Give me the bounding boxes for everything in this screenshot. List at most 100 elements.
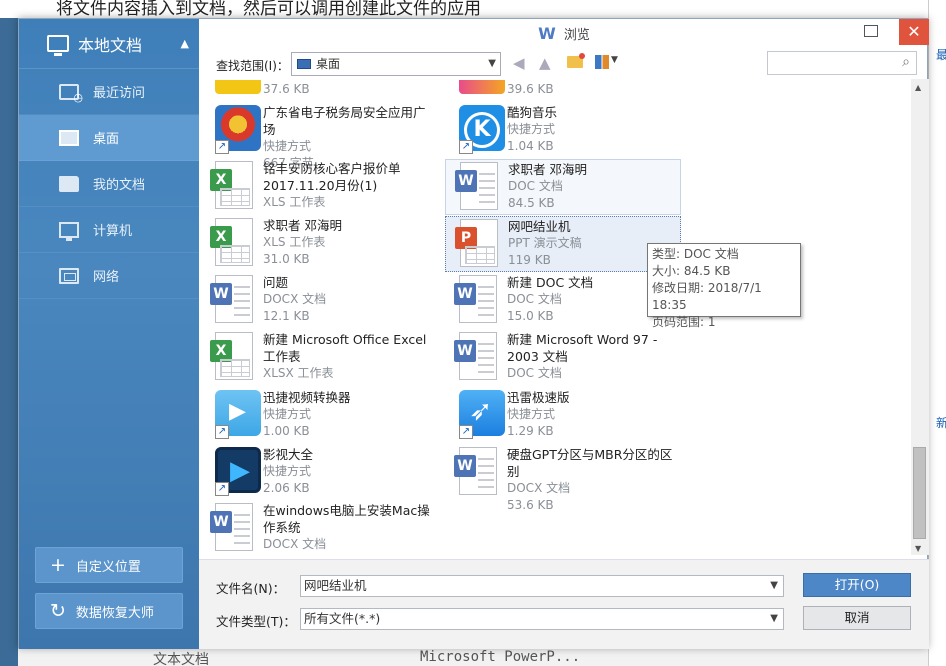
- sidebar-item-label: 我的文档: [93, 178, 146, 193]
- file-item[interactable]: K ↗ 酷狗音乐 快捷方式 1.04 KB: [445, 103, 681, 159]
- look-in-label: 查找范围(I)：: [216, 59, 289, 73]
- background-app-text: 将文件内容插入到文档，然后可以调用创建此文件的应用: [56, 0, 481, 18]
- chevron-down-icon[interactable]: ▼: [770, 609, 778, 629]
- sidebar-item-network[interactable]: 网络: [19, 253, 199, 299]
- file-name: 新建 Microsoft Word 97 - 2003 文档: [507, 332, 658, 364]
- file-item[interactable]: W 在windows电脑上安装Mac操作系统 DOCX 文档: [201, 501, 437, 555]
- background-right-strip: 最 新: [928, 0, 946, 666]
- sidebar-item-computer[interactable]: 计算机: [19, 207, 199, 253]
- file-item[interactable]: W 硬盘GPT分区与MBR分区的区别 DOCX 文档 53.6 KB: [445, 445, 681, 512]
- docx-file-icon: W: [210, 275, 253, 323]
- scroll-up-icon[interactable]: ▲: [915, 83, 921, 92]
- sidebar-item-label: 网络: [93, 270, 120, 285]
- xls-file-icon: X: [210, 218, 253, 266]
- file-item[interactable]: W 问题 DOCX 文档 12.1 KB: [201, 273, 437, 329]
- background-link[interactable]: 最: [936, 46, 946, 63]
- folder-icon: [59, 175, 79, 192]
- file-tooltip: 类型: DOC 文档 大小: 84.5 KB 修改日期: 2018/7/1 18…: [647, 243, 801, 329]
- toolbar: 查找范围(I)： 桌面 ▼ ◀ ▲ ▼ ⌕: [199, 51, 929, 79]
- file-name: 广东省电子税务局安全应用广场: [263, 105, 426, 137]
- filename-input[interactable]: 网吧结业机 ▼: [300, 575, 784, 597]
- doc-file-icon: W: [454, 332, 497, 380]
- main-panel: W 浏览 ✕ 查找范围(I)： 桌面 ▼ ◀ ▲ ▼ ⌕ 37.6 KB 39.…: [199, 19, 929, 649]
- file-item[interactable]: W 新建 Microsoft Word 97 - 2003 文档 DOC 文档: [445, 330, 681, 386]
- up-folder-button[interactable]: ▲: [539, 54, 551, 72]
- plus-icon: +: [50, 553, 66, 576]
- wps-logo-icon: W: [538, 24, 556, 43]
- search-input[interactable]: ⌕: [767, 51, 917, 75]
- recovery-icon: ↻: [50, 599, 66, 622]
- maximize-button[interactable]: [864, 25, 878, 37]
- background-text: 文本文档: [153, 652, 209, 666]
- look-in-dropdown[interactable]: 桌面 ▼: [291, 52, 501, 76]
- computer-icon: [59, 221, 79, 241]
- background-text: Microsoft PowerP...: [420, 649, 581, 665]
- ppt-file-icon: P: [455, 219, 498, 267]
- shortcut-arrow-icon: ↗: [215, 140, 229, 154]
- filetype-label: 文件类型(T)：: [216, 614, 296, 629]
- docx-file-icon: W: [454, 447, 497, 495]
- file-item[interactable]: W 新建 DOC 文档 DOC 文档 15.0 KB: [445, 273, 681, 329]
- window-title-text: 浏览: [563, 28, 590, 43]
- view-mode-button[interactable]: [595, 55, 609, 69]
- tooltip-modified: 修改日期: 2018/7/1 18:35: [652, 281, 762, 312]
- filetype-dropdown[interactable]: 所有文件(*.*) ▼: [300, 608, 784, 630]
- file-form: 文件名(N)： 网吧结业机 ▼ 打开(O) 文件类型(T)： 所有文件(*.*)…: [199, 559, 929, 649]
- chevron-down-icon[interactable]: ▼: [770, 576, 778, 596]
- filetype-value: 所有文件(*.*): [304, 611, 381, 626]
- vertical-scrollbar[interactable]: ▲ ▼: [911, 79, 929, 555]
- doc-file-icon: W: [454, 275, 497, 323]
- scroll-down-icon[interactable]: ▼: [915, 544, 921, 553]
- filename-value: 网吧结业机: [304, 578, 367, 593]
- sidebar-item-label: 最近访问: [93, 86, 146, 101]
- close-button[interactable]: ✕: [899, 19, 929, 45]
- desktop-icon: [59, 129, 79, 146]
- file-list: 37.6 KB 39.6 KB ↗ 广东省电子税务局安全应用广场 快捷方式 667 …: [199, 79, 929, 555]
- file-item[interactable]: X 新建 Microsoft Office Excel 工作表 XLSX 工作表: [201, 330, 437, 386]
- new-folder-button[interactable]: [567, 53, 585, 68]
- window-title: W 浏览: [199, 19, 929, 49]
- file-item[interactable]: 37.6 KB: [201, 79, 437, 99]
- background-link[interactable]: 新: [936, 414, 946, 431]
- file-name: 影视大全: [263, 447, 314, 462]
- app-icon: [459, 80, 505, 94]
- sidebar-item-label: 计算机: [93, 224, 133, 239]
- back-button[interactable]: ◀: [513, 54, 525, 72]
- custom-location-button[interactable]: + 自定义位置: [35, 547, 183, 583]
- file-item[interactable]: X 求职者 邓海明 XLS 工作表 31.0 KB: [201, 216, 437, 272]
- file-name: 迅捷视频转换器: [263, 390, 351, 405]
- background-left-strip: [0, 18, 18, 666]
- sidebar-header[interactable]: 本地文档 ▲: [19, 19, 199, 69]
- file-name: 求职者 邓海明: [263, 218, 342, 233]
- file-item[interactable]: W 求职者 邓海明 DOC 文档 84.5 KB: [445, 159, 681, 215]
- scrollbar-thumb[interactable]: [913, 447, 926, 539]
- file-item[interactable]: ↗ 迅捷视频转换器快捷方式1.00 KB: [201, 388, 437, 444]
- sidebar-item-recent[interactable]: 最近访问: [19, 69, 199, 115]
- collapse-icon[interactable]: ▲: [181, 37, 189, 50]
- file-name: 新建 DOC 文档: [507, 275, 594, 290]
- background-taskbar: 文本文档 Microsoft PowerP...: [18, 648, 928, 666]
- file-item-selected[interactable]: P 网吧结业机 PPT 演示文稿 119 KB: [445, 216, 681, 272]
- desktop-icon: [297, 59, 311, 69]
- open-button[interactable]: 打开(O): [803, 573, 911, 597]
- file-item[interactable]: 39.6 KB: [445, 79, 681, 99]
- tooltip-type: 类型: DOC 文档: [652, 247, 739, 261]
- xlsx-file-icon: X: [210, 332, 253, 380]
- file-item[interactable]: ↗ 迅雷极速版快捷方式1.29 KB: [445, 388, 681, 444]
- sidebar-item-desktop[interactable]: 桌面: [19, 115, 199, 161]
- chevron-down-icon: ▼: [488, 58, 496, 69]
- app-icon: [215, 80, 261, 94]
- network-icon: [59, 267, 79, 284]
- chevron-down-icon[interactable]: ▼: [611, 55, 618, 65]
- sidebar-item-my-documents[interactable]: 我的文档: [19, 161, 199, 207]
- file-item[interactable]: ↗ 影视大全快捷方式2.06 KB: [201, 445, 437, 501]
- file-name: 在windows电脑上安装Mac操作系统: [263, 503, 430, 535]
- shortcut-arrow-icon: ↗: [459, 425, 473, 439]
- search-icon[interactable]: ⌕: [902, 54, 910, 70]
- data-recovery-button[interactable]: ↻ 数据恢复大师: [35, 593, 183, 629]
- file-item[interactable]: X 铭丰安防核心客户报价单2017.11.20月份(1) XLS 工作表: [201, 159, 437, 215]
- file-item[interactable]: ↗ 广东省电子税务局安全应用广场 快捷方式 667 字节: [201, 103, 437, 170]
- cancel-button[interactable]: 取消: [803, 606, 911, 630]
- shortcut-arrow-icon: ↗: [459, 140, 473, 154]
- file-name: 铭丰安防核心客户报价单2017.11.20月份(1): [263, 161, 401, 193]
